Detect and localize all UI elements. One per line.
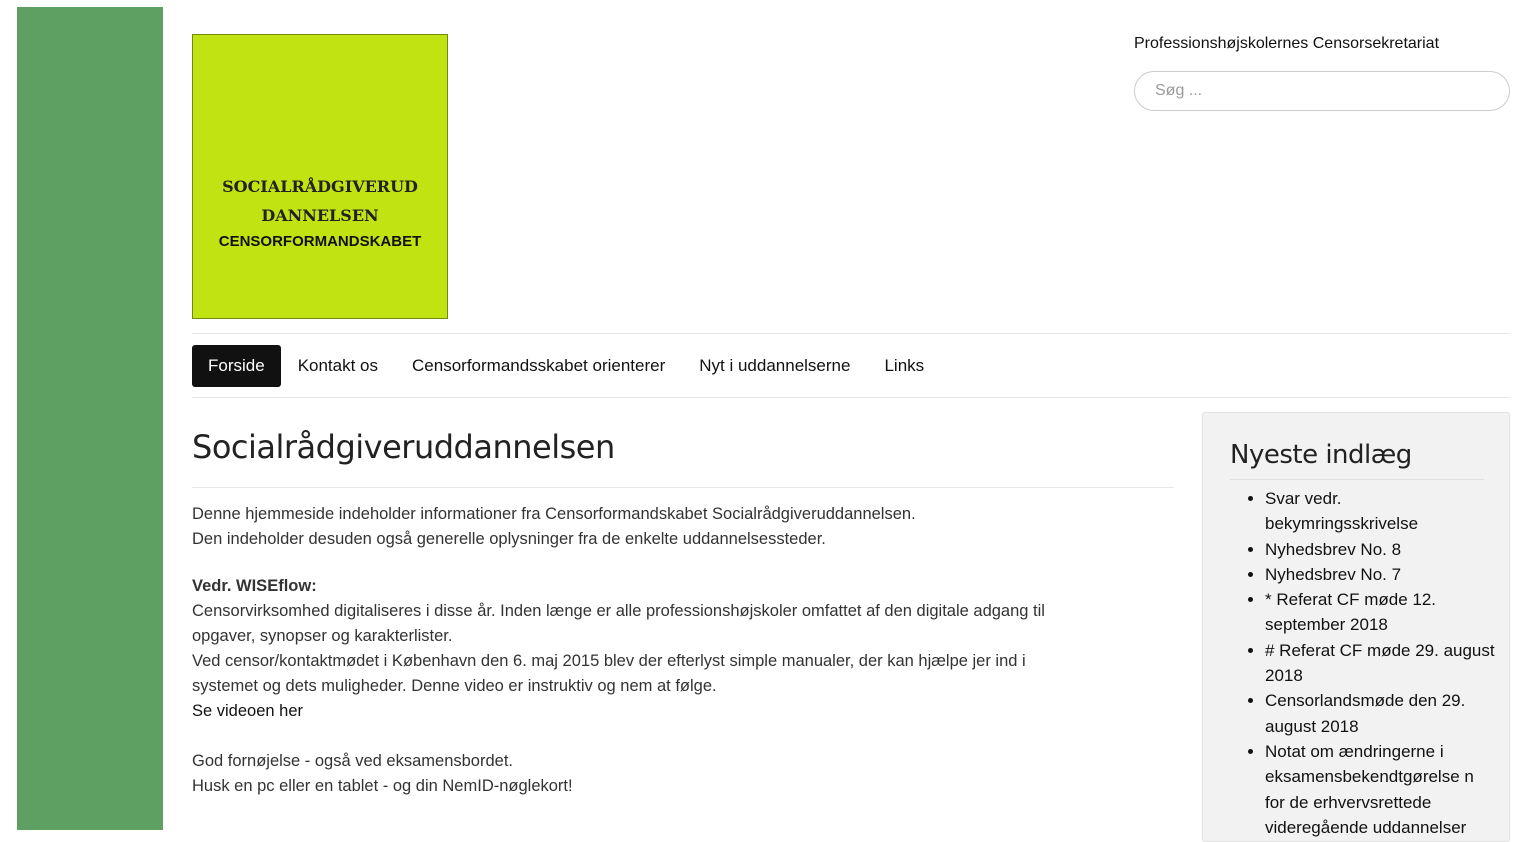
- post-link[interactable]: Censorlandsmøde den 29. august 2018: [1265, 691, 1465, 735]
- wiseflow-line: opgaver, synopser og karakterlister.: [192, 627, 453, 645]
- post-link[interactable]: Notat om ændringerne i eksamensbekendtgø…: [1265, 742, 1474, 837]
- nav-divider: [192, 397, 1510, 398]
- site-logo[interactable]: SOCIALRÅDGIVERUD DANNELSEN CENSORFORMAND…: [192, 34, 448, 319]
- recent-posts-widget: Nyeste indlæg Svar vedr. bekymringsskriv…: [1202, 412, 1510, 842]
- post-link[interactable]: # Referat CF møde 29. august 2018: [1265, 641, 1495, 685]
- outro-line: God fornøjelse - også ved eksamensbordet…: [192, 752, 514, 770]
- post-link[interactable]: Nyhedsbrev No. 8: [1265, 540, 1401, 559]
- list-item: * Referat CF møde 12. september 2018: [1265, 587, 1495, 638]
- recent-posts-list: Svar vedr. bekymringsskrivelse Nyhedsbre…: [1203, 486, 1495, 840]
- video-link-row: Se videoen her: [192, 699, 1174, 724]
- title-divider: [192, 487, 1174, 488]
- header-divider: [192, 333, 1510, 334]
- list-item: Svar vedr. bekymringsskrivelse: [1265, 486, 1495, 537]
- left-green-bar: [17, 7, 163, 830]
- main-nav: Forside Kontakt os Censorformandsskabet …: [192, 345, 941, 387]
- logo-line-1: SOCIALRÅDGIVERUD: [222, 176, 418, 196]
- list-item: Notat om ændringerne i eksamensbekendtgø…: [1265, 739, 1495, 840]
- list-item: Nyhedsbrev No. 8: [1265, 537, 1495, 562]
- page: SOCIALRÅDGIVERUD DANNELSEN CENSORFORMAND…: [163, 7, 1539, 842]
- wiseflow-line: systemet og dets muligheder. Denne video…: [192, 677, 717, 695]
- intro-text: Denne hjemmeside indeholder informatione…: [192, 502, 1174, 552]
- video-link[interactable]: Se videoen her: [192, 702, 303, 720]
- widget-title: Nyeste indlæg: [1230, 437, 1484, 480]
- wiseflow-line: Ved censor/kontaktmødet i København den …: [192, 652, 1026, 670]
- intro-line: Den indeholder desuden også generelle op…: [192, 530, 826, 548]
- logo-line-2: DANNELSEN: [261, 205, 379, 225]
- site-name: Professionshøjskolernes Censorsekretaria…: [1134, 35, 1440, 52]
- intro-line: Denne hjemmeside indeholder informatione…: [192, 505, 916, 523]
- post-link[interactable]: Svar vedr. bekymringsskrivelse: [1265, 489, 1418, 533]
- outro-text: God fornøjelse - også ved eksamensbordet…: [192, 749, 1174, 799]
- post-link[interactable]: Nyhedsbrev No. 7: [1265, 565, 1401, 584]
- logo-line-3: CENSORFORMANDSKABET: [218, 232, 422, 250]
- main-content: Socialrådgiveruddannelsen Denne hjemmesi…: [192, 424, 1174, 799]
- page-title: Socialrådgiveruddannelsen: [192, 428, 615, 466]
- nav-item-forside[interactable]: Forside: [192, 345, 281, 387]
- list-item: # Referat CF møde 29. august 2018: [1265, 638, 1495, 689]
- outro-line: Husk en pc eller en tablet - og din NemI…: [192, 777, 573, 795]
- search-input[interactable]: [1134, 71, 1510, 111]
- nav-item-links[interactable]: Links: [867, 345, 941, 387]
- wiseflow-line: Censorvirksomhed digitaliseres i disse å…: [192, 602, 1045, 620]
- nav-item-censorformandsskabet-orienterer[interactable]: Censorformandsskabet orienterer: [395, 345, 682, 387]
- nav-item-kontakt-os[interactable]: Kontakt os: [281, 345, 395, 387]
- list-item: Censorlandsmøde den 29. august 2018: [1265, 688, 1495, 739]
- nav-item-nyt-i-uddannelserne[interactable]: Nyt i uddannelserne: [682, 345, 867, 387]
- post-link[interactable]: * Referat CF møde 12. september 2018: [1265, 590, 1436, 634]
- wiseflow-heading: Vedr. WISEflow:: [192, 577, 317, 595]
- list-item: Nyhedsbrev No. 7: [1265, 562, 1495, 587]
